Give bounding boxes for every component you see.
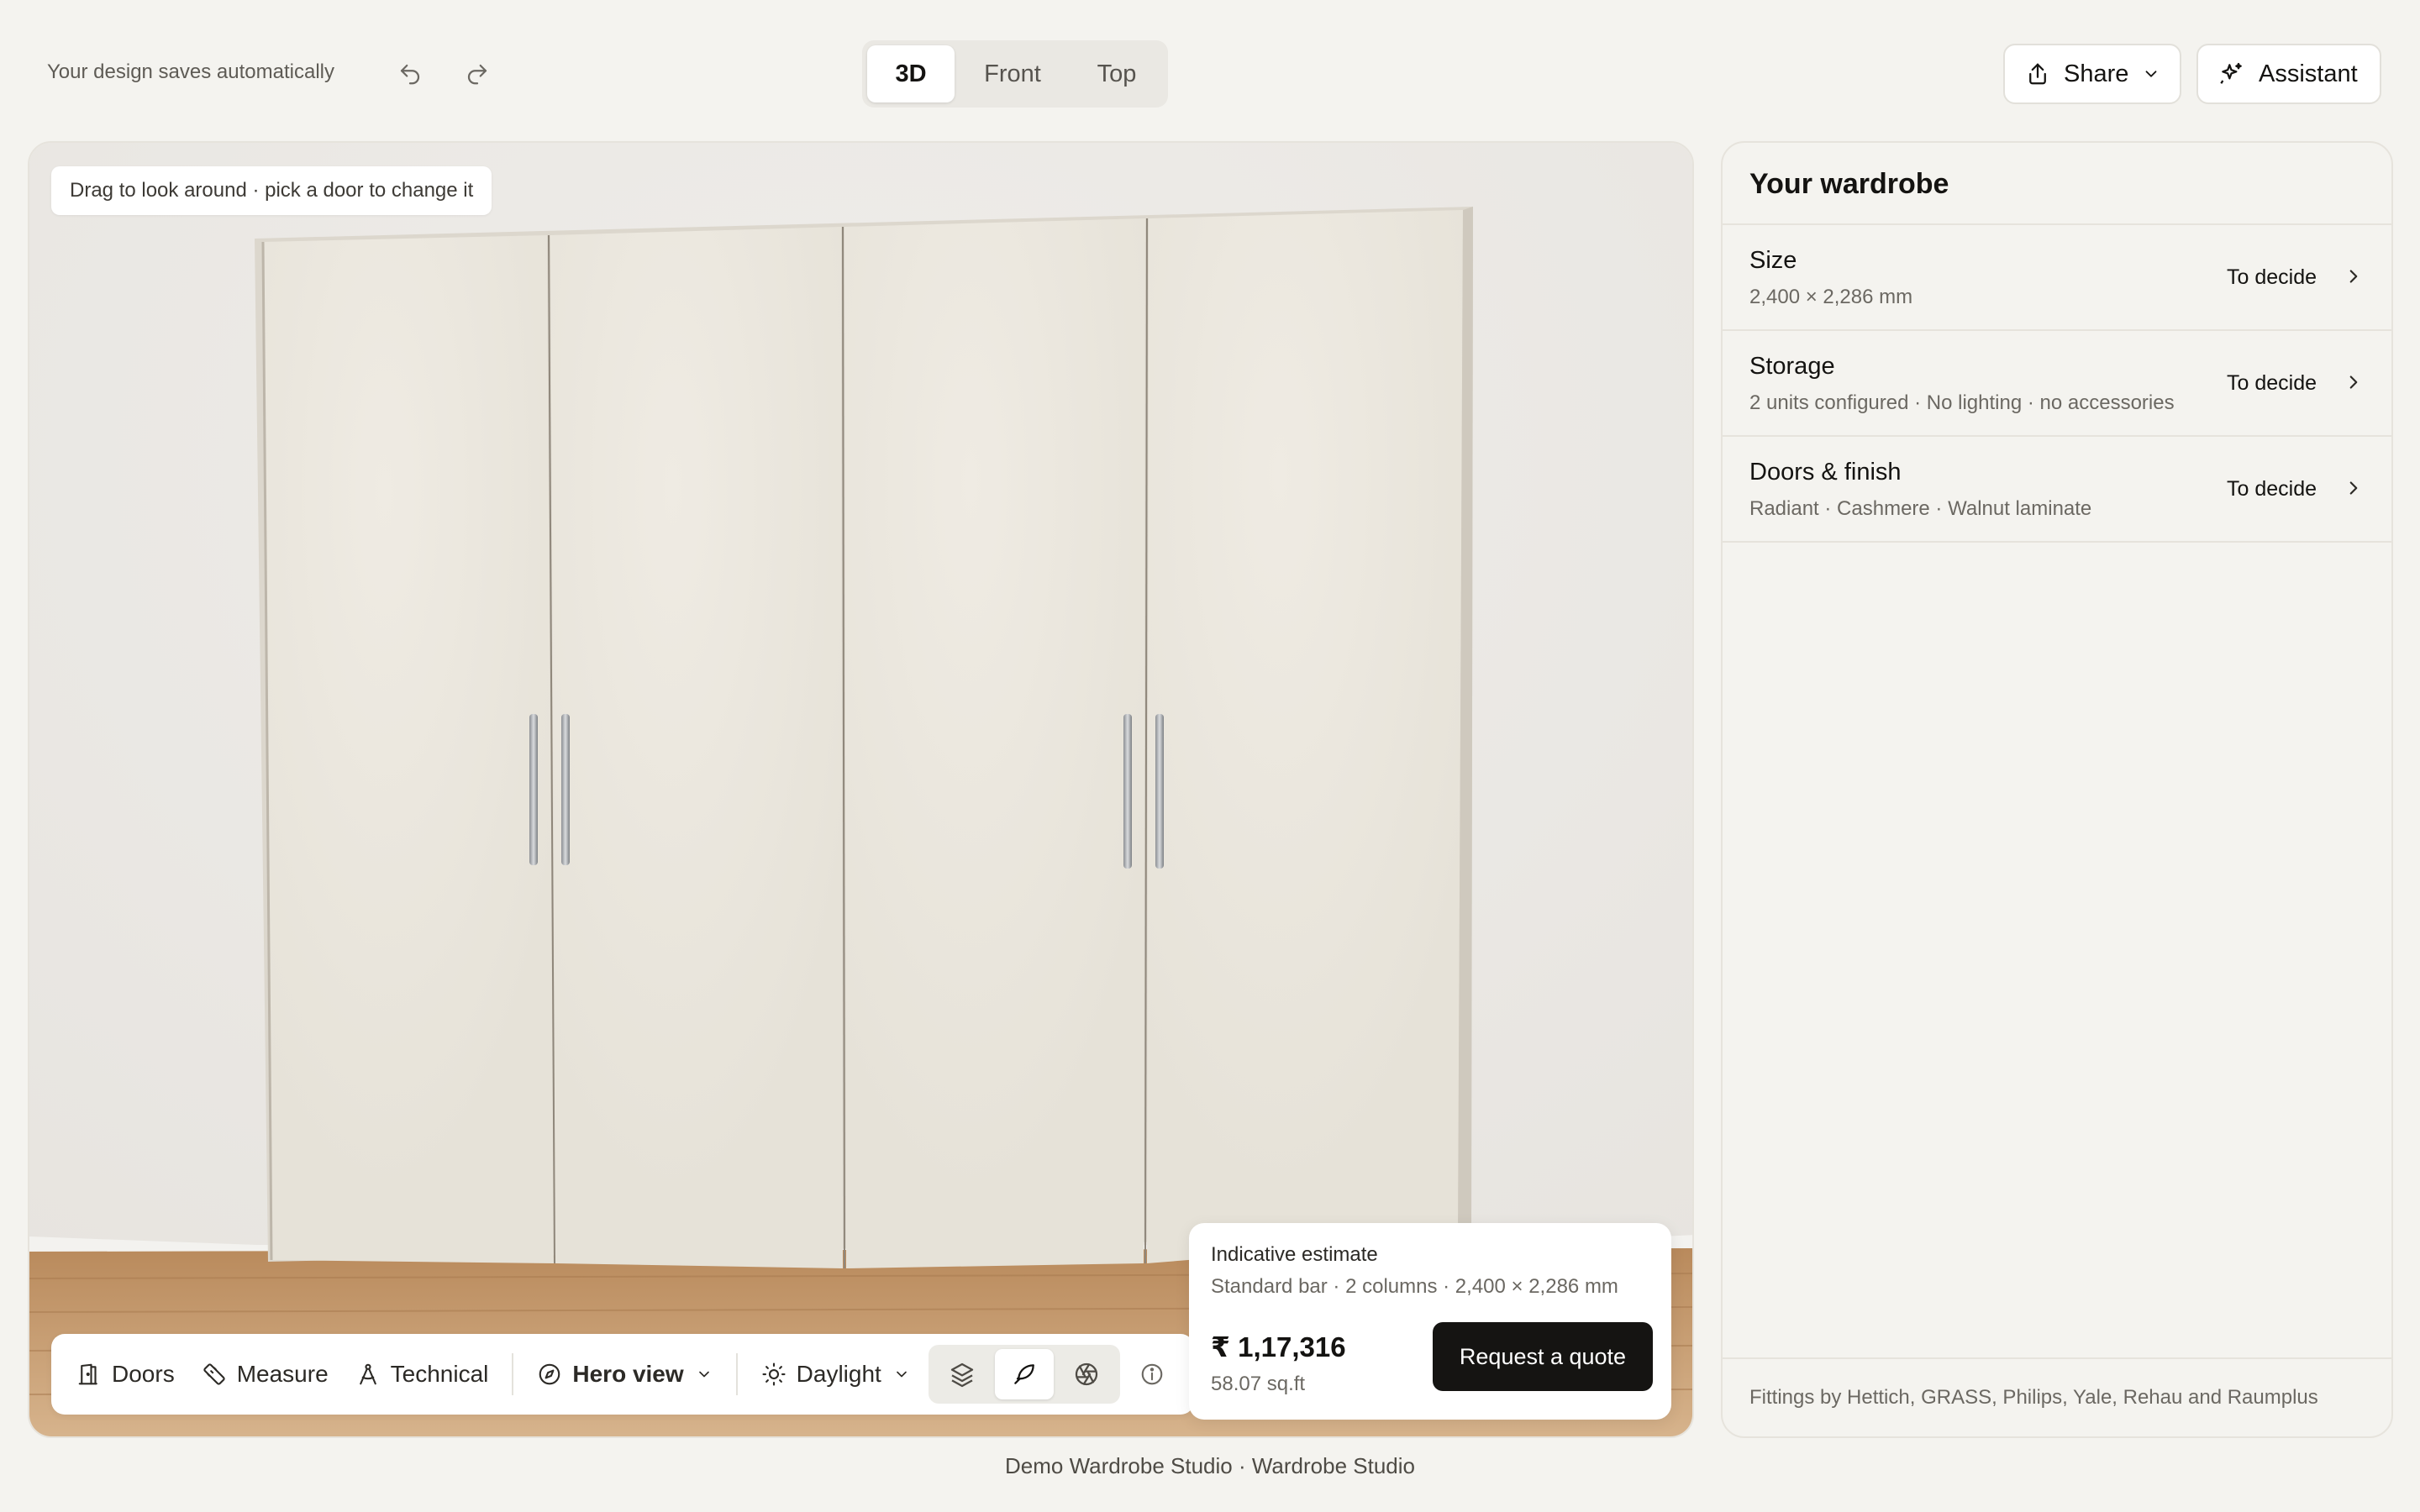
- row-detail: 2 units configured · No lighting · no ac…: [1749, 391, 2175, 414]
- chevron-down-icon: [893, 1366, 910, 1383]
- summary-row-storage[interactable]: Storage 2 units configured · No lighting…: [1723, 331, 2391, 435]
- measure-button[interactable]: Measure: [188, 1345, 342, 1404]
- fittings-credit: Fittings by Hettich, GRASS, Philips, Yal…: [1749, 1386, 2318, 1409]
- 3d-viewport[interactable]: Drag to look around · pick a door to cha…: [28, 141, 1694, 1438]
- wardrobe-summary-panel: Your wardrobe Size 2,400 × 2,286 mm To d…: [1721, 141, 2393, 1438]
- tab-front[interactable]: Front: [958, 45, 1067, 102]
- undo-button[interactable]: [387, 50, 434, 97]
- row-status: To decide: [2227, 477, 2317, 501]
- request-quote-button[interactable]: Request a quote: [1433, 1322, 1653, 1391]
- row-name: Doors & finish: [1749, 459, 1902, 486]
- camera-view-label: Hero view: [572, 1361, 684, 1387]
- toolbar-divider: [735, 1353, 738, 1395]
- lighting-select[interactable]: Daylight: [748, 1345, 923, 1404]
- toolbar-divider: [512, 1353, 514, 1395]
- chevron-right-icon: [2343, 371, 2365, 393]
- row-status: To decide: [2227, 265, 2317, 289]
- tab-3d[interactable]: 3D: [867, 45, 955, 102]
- compass-drafting-icon: [355, 1362, 381, 1387]
- autosave-status: Your design saves automatically: [47, 60, 334, 83]
- share-label: Share: [2064, 60, 2129, 87]
- summary-row-doors-finish[interactable]: Doors & finish Radiant · Cashmere · Waln…: [1723, 437, 2391, 541]
- info-button[interactable]: [1127, 1349, 1177, 1399]
- row-detail: Radiant · Cashmere · Walnut laminate: [1749, 497, 2092, 520]
- camera-view-select[interactable]: Hero view: [523, 1345, 725, 1404]
- share-button[interactable]: Share: [2003, 44, 2181, 104]
- lighting-label: Daylight: [796, 1361, 881, 1387]
- row-name: Size: [1749, 247, 1797, 274]
- doors-label: Doors: [112, 1361, 175, 1387]
- measure-label: Measure: [236, 1361, 329, 1387]
- row-status: To decide: [2227, 371, 2317, 395]
- compass-icon: [537, 1362, 562, 1387]
- panel-title: Your wardrobe: [1749, 168, 1949, 200]
- sparkle-icon: [2218, 60, 2245, 87]
- sun-icon: [761, 1362, 786, 1387]
- redo-button[interactable]: [454, 50, 501, 97]
- chevron-down-icon: [2142, 65, 2160, 83]
- estimate-area: 58.07 sq.ft: [1211, 1373, 1306, 1395]
- chevron-down-icon: [696, 1366, 713, 1383]
- chevron-right-icon: [2343, 265, 2365, 287]
- interaction-hint: Drag to look around · pick a door to cha…: [51, 166, 492, 215]
- estimate-card: Indicative estimate Standard bar · 2 col…: [1189, 1223, 1671, 1420]
- technical-button[interactable]: Technical: [342, 1345, 502, 1404]
- render-mode-toggle: [928, 1345, 1120, 1404]
- estimate-price: ₹ 1,17,316: [1211, 1331, 1346, 1362]
- undo-icon: [397, 61, 423, 87]
- view-toolbar: Doors Measure Technical Hero view Daylig…: [51, 1334, 1194, 1415]
- ruler-icon: [202, 1362, 227, 1387]
- estimate-title: Indicative estimate: [1211, 1243, 1378, 1266]
- assistant-button[interactable]: Assistant: [2196, 44, 2381, 104]
- share-icon: [2025, 61, 2050, 87]
- technical-label: Technical: [390, 1361, 489, 1387]
- door-icon: [76, 1362, 102, 1387]
- layers-icon: [949, 1361, 976, 1388]
- info-icon: [1139, 1362, 1165, 1387]
- estimate-subtitle: Standard bar · 2 columns · 2,400 × 2,286…: [1211, 1275, 1618, 1298]
- view-tabs: 3D Front Top: [862, 40, 1168, 108]
- doors-button[interactable]: Doors: [63, 1345, 188, 1404]
- layers-mode-button[interactable]: [933, 1349, 992, 1399]
- footer-credit: Demo Wardrobe Studio · Wardrobe Studio: [1005, 1453, 1415, 1478]
- render-mode-button[interactable]: [1057, 1349, 1116, 1399]
- tab-top[interactable]: Top: [1071, 45, 1163, 102]
- assistant-label: Assistant: [2259, 60, 2358, 87]
- divider: [1723, 1357, 2391, 1359]
- summary-row-size[interactable]: Size 2,400 × 2,286 mm To decide: [1723, 225, 2391, 329]
- top-bar: Your design saves automatically 3D Front…: [0, 0, 2420, 143]
- row-detail: 2,400 × 2,286 mm: [1749, 286, 1913, 308]
- sketch-mode-button[interactable]: [994, 1349, 1054, 1399]
- row-name: Storage: [1749, 353, 1835, 380]
- feather-icon: [1011, 1361, 1038, 1388]
- redo-icon: [465, 61, 490, 87]
- chevron-right-icon: [2343, 477, 2365, 499]
- divider: [1723, 541, 2391, 543]
- aperture-icon: [1073, 1361, 1100, 1388]
